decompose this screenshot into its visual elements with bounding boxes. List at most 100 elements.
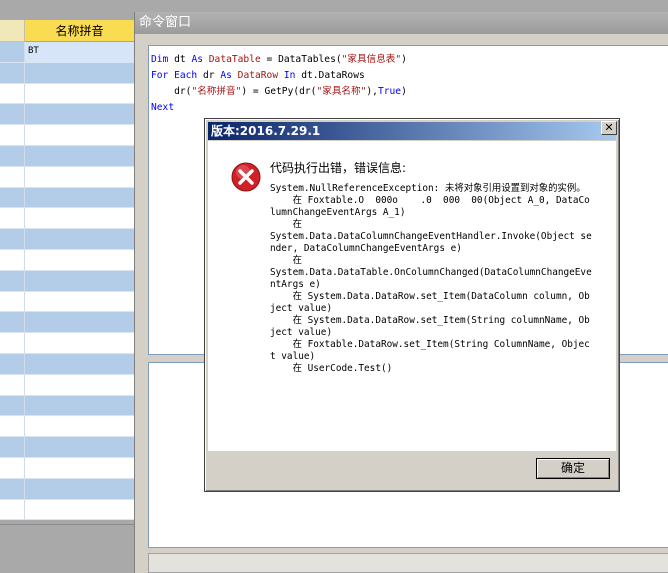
name-pinyin-cell[interactable] <box>25 188 134 208</box>
code-line-1: Dim dt As DataTable = DataTables("家具信息表"… <box>151 52 666 68</box>
name-pinyin-cell[interactable] <box>25 104 134 124</box>
table-row[interactable] <box>0 374 134 396</box>
error-headline: 代码执行出错，错误信息: <box>270 161 407 175</box>
name-pinyin-cell[interactable] <box>25 250 134 270</box>
row-header-cell[interactable] <box>0 62 25 83</box>
table-row[interactable] <box>0 270 134 292</box>
close-icon[interactable]: ✕ <box>601 121 617 135</box>
code-token: Next <box>151 102 175 113</box>
code-token: dt <box>168 54 192 65</box>
table-row[interactable] <box>0 478 134 500</box>
code-token: "名称拼音" <box>191 86 242 97</box>
row-header-cell[interactable] <box>0 125 25 145</box>
grid-header-row: 名称拼音 <box>0 20 134 42</box>
name-pinyin-cell[interactable] <box>25 146 134 166</box>
table-row[interactable] <box>0 62 134 84</box>
name-pinyin-cell[interactable] <box>25 354 134 374</box>
name-pinyin-cell[interactable] <box>25 458 134 478</box>
column-header-name-pinyin[interactable]: 名称拼音 <box>25 20 134 42</box>
table-row[interactable] <box>0 333 134 354</box>
row-header-cell[interactable] <box>0 166 25 187</box>
command-window-title[interactable]: 命令窗口 <box>135 12 668 34</box>
code-token: ) <box>401 86 407 97</box>
row-header-cell[interactable] <box>0 457 25 478</box>
name-pinyin-cell[interactable] <box>25 479 134 499</box>
name-pinyin-cell[interactable] <box>25 271 134 291</box>
code-token: DataRow <box>237 70 279 81</box>
name-pinyin-cell[interactable] <box>25 500 134 520</box>
table-row[interactable]: BT <box>0 42 134 63</box>
name-pinyin-cell[interactable] <box>25 125 134 145</box>
table-row[interactable] <box>0 166 134 188</box>
table-row[interactable] <box>0 353 134 375</box>
name-pinyin-cell[interactable] <box>25 437 134 457</box>
row-header-cell[interactable] <box>0 270 25 291</box>
row-header-cell[interactable] <box>0 145 25 166</box>
dialog-title[interactable]: 版本:2016.7.29.1 <box>208 122 616 140</box>
row-header-cell[interactable] <box>0 353 25 374</box>
table-row[interactable] <box>0 104 134 126</box>
grid-row-header-corner[interactable] <box>0 20 25 42</box>
name-pinyin-cell[interactable] <box>25 292 134 312</box>
code-token: dt.DataRows <box>295 70 365 81</box>
code-token: "家具名称" <box>316 86 367 97</box>
row-header-cell[interactable] <box>0 478 25 499</box>
table-row[interactable] <box>0 291 134 313</box>
row-header-cell[interactable] <box>0 499 25 520</box>
code-token: As <box>220 70 232 81</box>
row-header-cell[interactable] <box>0 249 25 270</box>
name-pinyin-cell[interactable] <box>25 63 134 83</box>
table-row[interactable] <box>0 83 134 105</box>
name-pinyin-cell[interactable] <box>25 416 134 436</box>
code-token: Dim <box>151 54 169 65</box>
row-header-cell[interactable] <box>0 208 25 229</box>
grid-empty-area <box>0 524 134 573</box>
row-header-cell[interactable] <box>0 416 25 437</box>
name-pinyin-cell[interactable] <box>25 333 134 353</box>
row-header-cell[interactable] <box>0 104 25 125</box>
name-pinyin-cell[interactable]: BT <box>25 42 134 62</box>
code-line-2: For Each dr As DataRow In dt.DataRows <box>151 68 666 84</box>
name-pinyin-cell[interactable] <box>25 229 134 249</box>
name-pinyin-cell[interactable] <box>25 84 134 104</box>
row-header-cell[interactable] <box>0 312 25 333</box>
code-line-4: Next <box>151 100 666 116</box>
table-row[interactable] <box>0 125 134 146</box>
name-pinyin-cell[interactable] <box>25 396 134 416</box>
table-row[interactable] <box>0 208 134 230</box>
name-pinyin-cell[interactable] <box>25 208 134 228</box>
code-token: For Each <box>151 70 198 81</box>
error-dialog: 版本:2016.7.29.1 ✕ 代码执行出错，错误信息: System.Nul… <box>204 118 620 492</box>
row-header-cell[interactable] <box>0 229 25 249</box>
code-line-3: dr("名称拼音") = GetPy(dr("家具名称"),True) <box>151 84 666 100</box>
error-icon <box>231 162 261 192</box>
row-header-cell[interactable] <box>0 83 25 104</box>
row-header-cell[interactable] <box>0 374 25 395</box>
code-token: ), <box>366 86 378 97</box>
table-row[interactable] <box>0 229 134 250</box>
grid-rows: BT <box>0 42 134 521</box>
error-detail-text: System.NullReferenceException: 未将对象引用设置到… <box>270 183 592 374</box>
row-header-cell[interactable] <box>0 42 25 62</box>
table-row[interactable] <box>0 499 134 521</box>
code-token: True <box>377 86 402 97</box>
table-row[interactable] <box>0 312 134 334</box>
data-grid: 名称拼音 BT <box>0 0 134 573</box>
status-bar <box>148 553 668 573</box>
table-row[interactable] <box>0 187 134 209</box>
table-row[interactable] <box>0 249 134 271</box>
row-header-cell[interactable] <box>0 395 25 416</box>
table-row[interactable] <box>0 457 134 479</box>
row-header-cell[interactable] <box>0 333 25 353</box>
name-pinyin-cell[interactable] <box>25 375 134 395</box>
ok-button[interactable]: 确定 <box>536 458 610 479</box>
table-row[interactable] <box>0 416 134 438</box>
name-pinyin-cell[interactable] <box>25 312 134 332</box>
table-row[interactable] <box>0 437 134 458</box>
name-pinyin-cell[interactable] <box>25 167 134 187</box>
row-header-cell[interactable] <box>0 187 25 208</box>
table-row[interactable] <box>0 395 134 417</box>
row-header-cell[interactable] <box>0 291 25 312</box>
table-row[interactable] <box>0 145 134 167</box>
row-header-cell[interactable] <box>0 437 25 457</box>
